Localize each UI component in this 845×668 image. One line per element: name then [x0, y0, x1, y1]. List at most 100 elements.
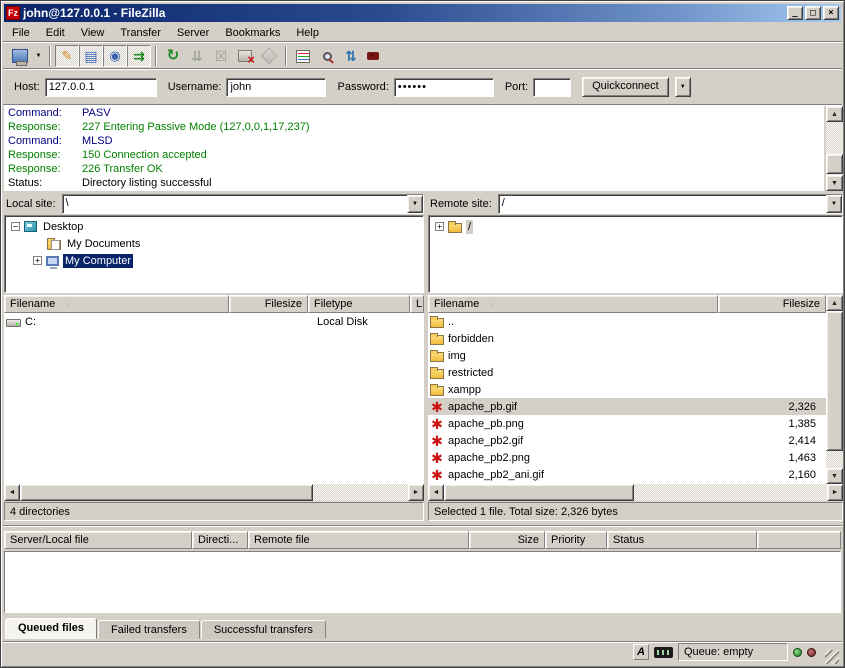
directory-filters-button[interactable] [291, 45, 315, 67]
scroll-right-icon[interactable]: ► [408, 484, 424, 501]
site-manager-button[interactable] [8, 45, 32, 67]
file-row[interactable]: ✱apache_pb2.gif2,414 [428, 432, 826, 449]
tree-item-root[interactable]: + / [429, 218, 842, 235]
quickconnect-dropdown[interactable]: ▼ [675, 77, 691, 97]
menu-server[interactable]: Server [169, 25, 217, 41]
file-row[interactable]: .. [428, 313, 826, 330]
local-hscrollbar[interactable]: ◄ ► [4, 484, 424, 501]
sort-asc-icon: ▲ [489, 301, 496, 308]
local-site-combo[interactable]: \ ▼ [62, 194, 424, 214]
scroll-left-icon[interactable]: ◄ [428, 484, 444, 501]
folder-icon [430, 386, 444, 396]
column-header-filename[interactable]: Filename▲ [428, 295, 718, 313]
column-header-remote-file[interactable]: Remote file [248, 531, 469, 549]
close-button[interactable]: × [823, 6, 839, 20]
local-tree[interactable]: − Desktop My Documents + My Computer [4, 215, 424, 293]
file-row[interactable]: ✱apache_pb2_ani.gif2,160 [428, 466, 826, 483]
collapse-icon[interactable]: − [11, 222, 20, 231]
reconnect-button[interactable] [257, 45, 281, 67]
resize-grip[interactable] [825, 650, 839, 664]
scroll-thumb[interactable] [20, 484, 313, 501]
menu-help[interactable]: Help [288, 25, 327, 41]
local-site-value: \ [63, 195, 407, 213]
synchronized-browsing-button[interactable]: ⇅ [339, 45, 363, 67]
remote-site-combo[interactable]: / ▼ [498, 194, 843, 214]
file-row[interactable]: img [428, 347, 826, 364]
column-header-filename[interactable]: Filename▲ [4, 295, 229, 313]
process-queue-button[interactable]: ⇊ [185, 45, 209, 67]
column-header-filesize[interactable]: Filesize [718, 295, 826, 313]
log-line-label: Command: [4, 134, 82, 148]
local-file-list[interactable]: C: Local Disk [4, 313, 424, 484]
expand-icon[interactable]: + [33, 256, 42, 265]
toggle-remote-tree-button[interactable]: ◉ [103, 45, 127, 67]
menu-edit[interactable]: Edit [38, 25, 73, 41]
remote-vscrollbar[interactable]: ▲ ▼ [826, 295, 843, 484]
column-header-size[interactable]: Size [469, 531, 545, 549]
remote-tree[interactable]: + / [428, 215, 843, 293]
find-files-button[interactable] [363, 45, 387, 67]
chevron-down-icon[interactable]: ▼ [826, 195, 842, 213]
menu-file[interactable]: File [4, 25, 38, 41]
scroll-right-icon[interactable]: ► [827, 484, 843, 501]
scroll-up-icon[interactable]: ▲ [826, 295, 843, 311]
port-input[interactable] [533, 78, 571, 97]
title-bar[interactable]: Fz john@127.0.0.1 - FileZilla _ □ × [4, 4, 841, 22]
scroll-left-icon[interactable]: ◄ [4, 484, 20, 501]
menu-bookmarks[interactable]: Bookmarks [217, 25, 288, 41]
toggle-queue-view-button[interactable]: ⇉ [127, 45, 151, 67]
queue-list[interactable] [4, 551, 841, 613]
tree-item-my-computer[interactable]: + My Computer [5, 252, 423, 269]
file-row[interactable]: ✱apache_pb2.png1,463 [428, 449, 826, 466]
column-header-direction[interactable]: Directi... [192, 531, 248, 549]
menu-view[interactable]: View [73, 25, 113, 41]
column-header-priority[interactable]: Priority [545, 531, 607, 549]
scroll-thumb[interactable] [826, 154, 843, 174]
speed-limits-icon[interactable] [654, 647, 673, 658]
file-row[interactable]: xampp [428, 381, 826, 398]
column-header-filetype[interactable]: Filetype [308, 295, 410, 313]
toggle-local-tree-button[interactable]: ▤ [79, 45, 103, 67]
host-input[interactable]: 127.0.0.1 [45, 78, 157, 97]
tab-failed-transfers[interactable]: Failed transfers [98, 620, 200, 639]
column-header-lastmodified[interactable]: L [410, 295, 424, 313]
quickconnect-button[interactable]: Quickconnect [582, 77, 669, 97]
scroll-down-icon[interactable]: ▼ [826, 468, 843, 484]
site-manager-dropdown[interactable]: ▼ [32, 45, 45, 67]
column-header-server-local-file[interactable]: Server/Local file [4, 531, 192, 549]
tab-successful-transfers[interactable]: Successful transfers [201, 620, 326, 639]
scroll-thumb[interactable] [826, 311, 843, 451]
toggle-log-view-button[interactable]: ✎ [55, 45, 79, 67]
scroll-up-icon[interactable]: ▲ [826, 106, 843, 122]
disconnect-button[interactable] [233, 45, 257, 67]
scroll-thumb[interactable] [444, 484, 634, 501]
message-log[interactable]: Command:PASV Response:227 Entering Passi… [4, 106, 824, 191]
transfer-type-icon[interactable]: A [633, 644, 649, 660]
file-row[interactable]: ✱apache_pb.png1,385 [428, 415, 826, 432]
expand-icon[interactable]: + [435, 222, 444, 231]
column-header-status[interactable]: Status [607, 531, 757, 549]
file-row[interactable]: restricted [428, 364, 826, 381]
remote-hscrollbar[interactable]: ◄ ► [428, 484, 843, 501]
file-size: 2,326 [730, 401, 826, 413]
password-input[interactable]: •••••• [394, 78, 494, 97]
file-row-c-drive[interactable]: C: Local Disk [4, 313, 424, 330]
log-scrollbar[interactable]: ▲ ▼ [826, 106, 843, 191]
tree-item-my-documents[interactable]: My Documents [5, 235, 423, 252]
tab-queued-files[interactable]: Queued files [5, 618, 97, 639]
file-row[interactable]: forbidden [428, 330, 826, 347]
scroll-down-icon[interactable]: ▼ [826, 175, 843, 191]
menu-transfer[interactable]: Transfer [112, 25, 169, 41]
refresh-button[interactable]: ↻ [161, 45, 185, 67]
cancel-operation-button[interactable]: ☒ [209, 45, 233, 67]
column-header-filesize[interactable]: Filesize [229, 295, 308, 313]
remote-pane: Remote site: / ▼ + / Filename▲ Filesize … [428, 193, 843, 293]
minimize-button[interactable]: _ [787, 6, 803, 20]
compare-directories-button[interactable] [315, 45, 339, 67]
chevron-down-icon[interactable]: ▼ [407, 195, 423, 213]
file-row-selected[interactable]: ✱apache_pb.gif2,326 [428, 398, 826, 415]
maximize-button[interactable]: □ [805, 6, 821, 20]
remote-file-list[interactable]: .. forbidden img restricted xampp ✱apach… [428, 313, 826, 484]
tree-item-desktop[interactable]: − Desktop [5, 218, 423, 235]
username-input[interactable]: john [226, 78, 326, 97]
